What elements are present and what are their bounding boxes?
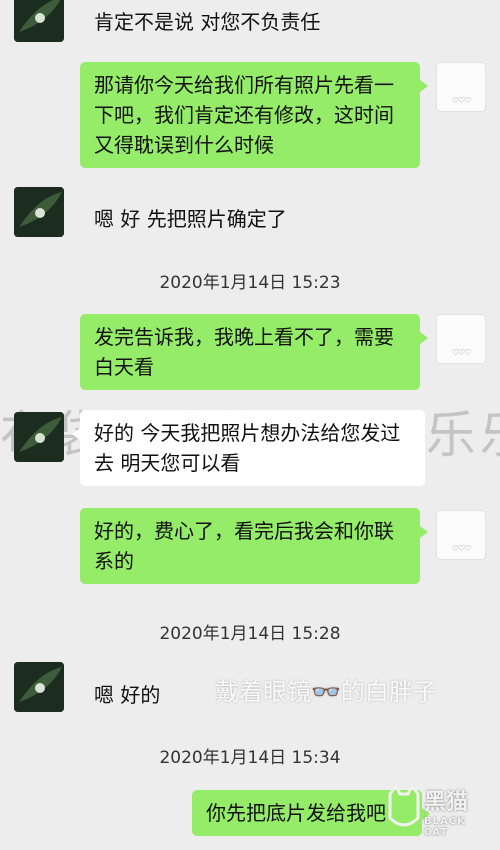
message-bubble-incoming[interactable]: 好的 今天我把照片想办法给您发过去 明天您可以看 [72,410,425,486]
avatar-contact[interactable] [14,662,64,712]
message-text: 肯定不是说 对您不负责任 [94,10,321,34]
timestamp: 2020年1月14日 15:34 [159,748,341,768]
message-text: 嗯 好的 [94,683,161,707]
logo-text-en: BLACK CAT [424,816,466,838]
message-bubble-incoming[interactable]: 嗯 好 先把照片确定了 [80,196,380,242]
message-text: 好的，费心了，看完后我会和你联系的 [94,519,394,573]
message-bubble-outgoing[interactable]: 发完告诉我，我晚上看不了，需要白天看 [80,314,428,390]
timestamp: 2020年1月14日 15:23 [159,273,341,293]
avatar-contact[interactable] [14,412,64,462]
message-bubble-incoming[interactable]: 嗯 好的 [80,672,200,718]
hearts-icon: ♡♡♡ [451,96,472,105]
cat-logo-icon [388,784,420,827]
leaf-avatar-image [14,187,64,237]
avatar-self[interactable]: ♡♡♡ [436,510,486,560]
message-text: 发完告诉我，我晚上看不了，需要白天看 [94,325,394,379]
message-text: 嗯 好 先把照片确定了 [94,207,287,231]
leaf-avatar-image [14,662,64,712]
avatar-contact[interactable] [14,0,64,42]
message-bubble-incoming[interactable]: 肯定不是说 对您不负责任 [80,0,410,45]
hearts-icon: ♡♡♡ [451,348,472,357]
hearts-icon: ♡♡♡ [451,544,472,553]
avatar-contact[interactable] [14,187,64,237]
avatar-self[interactable]: ♡♡♡ [436,314,486,364]
blackcat-logo: 黑猫 BLACK CAT [384,780,494,840]
logo-text-cn: 黑猫 [424,790,469,815]
message-text: 你先把底片发给我吧 [206,801,386,825]
message-bubble-outgoing[interactable]: 好的，费心了，看完后我会和你联系的 [80,508,428,584]
timestamp: 2020年1月14日 15:28 [159,624,341,644]
message-text: 好的 今天我把照片想办法给您发过去 明天您可以看 [94,421,401,475]
leaf-avatar-image [14,0,64,42]
message-bubble-outgoing[interactable]: 那请你今天给我们所有照片先看一下吧，我们肯定还有修改，这时间又得耽误到什么时候 [80,62,428,168]
message-text: 那请你今天给我们所有照片先看一下吧，我们肯定还有修改，这时间又得耽误到什么时候 [94,73,394,157]
leaf-avatar-image [14,412,64,462]
author-watermark: 戴着眼镜👓的白胖子 [215,678,437,706]
avatar-self[interactable]: ♡♡♡ [436,62,486,112]
